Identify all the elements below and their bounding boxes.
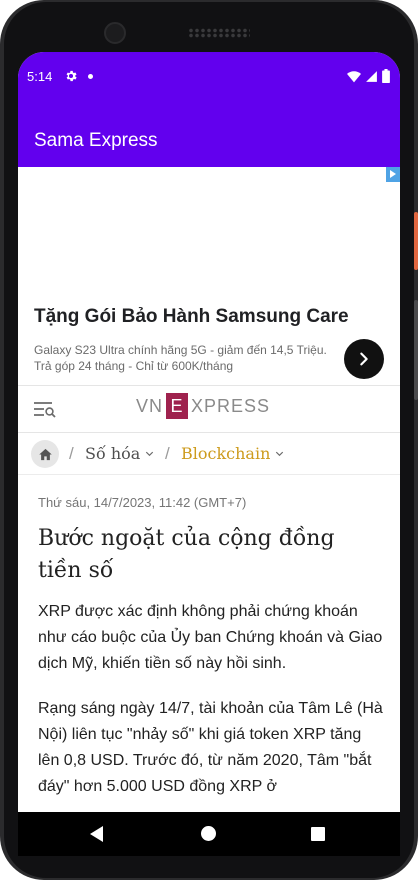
status-bar: 5:14 [18, 52, 400, 112]
status-icons [347, 69, 390, 88]
home-icon [38, 448, 52, 460]
battery-icon [382, 69, 390, 88]
ad-headline[interactable]: Tặng Gói Bảo Hành Samsung Care [34, 306, 349, 328]
breadcrumb-subcategory[interactable]: Blockchain [181, 444, 285, 463]
breadcrumb-subcategory-label: Blockchain [181, 444, 271, 463]
notification-dot-icon [88, 74, 93, 79]
volume-button [414, 300, 418, 400]
article-paragraph: Rạng sáng ngày 14/7, tài khoản của Tâm L… [38, 700, 383, 795]
app-title: Sama Express [34, 130, 158, 151]
back-icon[interactable] [90, 826, 103, 842]
menu-search-icon[interactable] [33, 400, 57, 423]
ad-next-button[interactable] [344, 339, 384, 379]
ad-choices-icon[interactable] [386, 167, 400, 182]
site-header: VN E XPRESS [18, 385, 400, 433]
ad-banner[interactable]: Tặng Gói Bảo Hành Samsung Care Galaxy S2… [18, 167, 400, 385]
front-camera [104, 22, 126, 44]
breadcrumb-separator: / [165, 444, 170, 463]
phone-frame: 5:14 Sama Express Tặng Gói Bảo Hành Sams… [0, 0, 418, 880]
logo-text-left: VN [136, 395, 164, 416]
power-button [414, 212, 418, 270]
breadcrumb-category[interactable]: Số hóa [85, 444, 155, 463]
status-time: 5:14 [27, 69, 53, 84]
logo-text-right: XPRESS [191, 395, 271, 416]
cellular-signal-icon [365, 70, 378, 88]
article-dateline: Thứ sáu, 14/7/2023, 11:42 (GMT+7) [38, 495, 247, 510]
earpiece-speaker [188, 28, 250, 38]
app-bar: Sama Express [18, 112, 400, 167]
wifi-icon [347, 70, 361, 88]
vnexpress-logo[interactable]: VN E XPRESS [136, 393, 270, 419]
system-navigation-bar [18, 812, 400, 856]
chevron-down-icon [276, 451, 284, 457]
screen: 5:14 Sama Express Tặng Gói Bảo Hành Sams… [18, 52, 400, 812]
chevron-right-icon [360, 352, 368, 366]
recent-apps-icon[interactable] [311, 827, 325, 841]
article-lead: XRP được xác định không phải chứng khoán… [38, 603, 383, 672]
article-title: Bước ngoặt của cộng đồng tiền số [38, 526, 335, 583]
breadcrumb-separator: / [69, 444, 74, 463]
chevron-down-icon [146, 451, 154, 457]
article: Thứ sáu, 14/7/2023, 11:42 (GMT+7) Bước n… [18, 475, 400, 812]
logo-emblem: E [166, 393, 189, 419]
breadcrumb: / Số hóa / Blockchain [18, 433, 400, 475]
settings-gear-icon [64, 69, 78, 88]
home-button[interactable] [31, 440, 59, 468]
ad-body: Galaxy S23 Ultra chính hãng 5G - giảm đế… [34, 343, 327, 373]
breadcrumb-category-label: Số hóa [85, 444, 141, 463]
home-nav-icon[interactable] [201, 826, 216, 841]
